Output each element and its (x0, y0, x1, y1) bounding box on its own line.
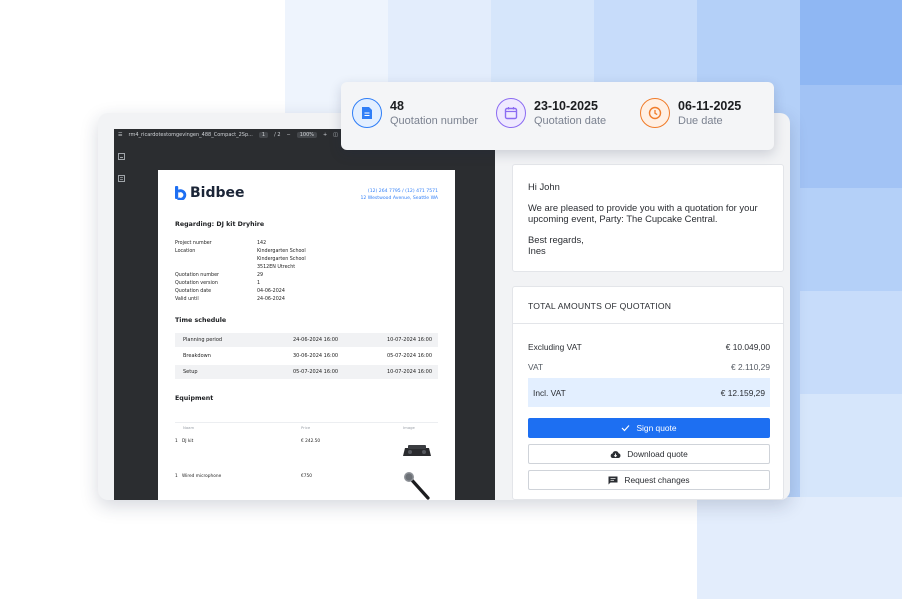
equipment-name: Wired microphone (182, 474, 222, 479)
schedule-name: Planning period (183, 337, 223, 343)
schedule-start: 24-06-2024 16:00 (293, 337, 339, 343)
detail-value: 3512EN Utrecht (257, 265, 296, 270)
incl-vat-row: Incl. VAT € 12.159,29 (528, 378, 770, 407)
message-greeting: Hi John (528, 181, 560, 192)
bidbee-logo-icon (175, 186, 187, 201)
fit-page-icon[interactable]: ◫ (333, 132, 338, 138)
equipment-price: €750 (301, 474, 312, 479)
equipment-price: € 242.50 (301, 439, 321, 444)
thumbnail-icon[interactable] (118, 153, 126, 161)
excl-vat-row: Excluding VAT € 10.049,00 (528, 342, 770, 352)
vat-label: VAT (528, 362, 544, 372)
schedule-end: 10-07-2024 16:00 (386, 337, 432, 343)
request-changes-button[interactable]: Request changes (528, 470, 770, 490)
detail-value: 04-06-2024 (257, 289, 285, 294)
clock-icon (640, 98, 670, 128)
zoom-level[interactable]: 100% (296, 132, 318, 138)
vat-value: € 2.110,29 (731, 362, 770, 372)
quotation-number-label: Quotation number (390, 114, 479, 127)
request-changes-label: Request changes (624, 475, 690, 485)
sign-quote-label: Sign quote (636, 423, 677, 433)
message-closing: Best regards, (528, 234, 584, 245)
brand-name: Bidbee (190, 185, 245, 201)
summary-quotation-date: 23-10-2025 Quotation date (496, 98, 606, 128)
schedule-name: Breakdown (183, 353, 211, 359)
regarding-title: Regarding: DJ kit Dryhire (175, 221, 265, 228)
quotation-date-label: Quotation date (534, 114, 607, 127)
schedule-end: 05-07-2024 16:00 (386, 353, 432, 359)
detail-label: Quotation version (175, 281, 218, 286)
menu-icon[interactable]: ☰ (118, 132, 122, 138)
quotation-number-value: 48 (390, 98, 404, 113)
message-panel: Hi John We are pleased to provide you wi… (512, 164, 784, 272)
detail-label: Project number (175, 241, 212, 246)
equipment-header-price: Price (301, 425, 311, 430)
schedule-end: 10-07-2024 16:00 (386, 369, 432, 375)
equipment-header-name: Naam (183, 425, 195, 430)
checkmark-icon (622, 425, 630, 432)
zoom-in-button[interactable]: + (323, 132, 327, 138)
summary-quotation-number: 48 Quotation number (352, 98, 478, 128)
detail-label: Location (175, 249, 196, 254)
calendar-icon (496, 98, 526, 128)
company-contact: (12) 264 7795 / (12) 471 7571 12 Westwoo… (361, 188, 439, 202)
pdf-filename: rm4_ricardotestomgevingen_488_Compact_2S… (128, 132, 253, 138)
detail-value: 24-06-2024 (257, 297, 285, 302)
schedule-row: Planning period 24-06-2024 16:00 10-07-2… (175, 333, 438, 347)
excl-vat-value: € 10.049,00 (725, 342, 770, 352)
contact-address: 12 Westwood Avenue, Seattle WA (360, 196, 439, 201)
microphone-image (402, 470, 432, 500)
due-date-label: Due date (678, 114, 723, 127)
detail-label: Quotation date (175, 289, 212, 294)
download-quote-button[interactable]: Download quote (528, 444, 770, 464)
quotation-date-value: 23-10-2025 (534, 98, 598, 113)
download-quote-label: Download quote (627, 449, 688, 459)
due-date-value: 06-11-2025 (678, 98, 742, 113)
schedule-name: Setup (183, 369, 198, 375)
page-total: / 2 (274, 132, 281, 138)
pdf-viewer: ☰ rm4_ricardotestomgevingen_488_Compact_… (114, 129, 495, 500)
totals-divider (513, 323, 783, 324)
schedule-start: 30-06-2024 16:00 (293, 353, 339, 359)
detail-value: 1 (257, 281, 261, 286)
sign-quote-button[interactable]: Sign quote (528, 418, 770, 438)
totals-panel: TOTAL AMOUNTS OF QUOTATION Excluding VAT… (512, 286, 784, 500)
equipment-divider (175, 422, 438, 423)
time-schedule-title: Time schedule (175, 317, 227, 324)
message-signature: Ines (528, 245, 546, 256)
pdf-page: Bidbee (12) 264 7795 / (12) 471 7571 12 … (158, 170, 455, 500)
incl-vat-value: € 12.159,29 (720, 388, 765, 398)
comment-icon (608, 476, 618, 484)
page-number-input[interactable]: 1 (258, 132, 269, 138)
detail-value: Kindergarten School (257, 249, 306, 254)
equipment-qty: 1 (175, 439, 178, 444)
incl-vat-label: Incl. VAT (533, 388, 566, 398)
detail-label: Quotation number (175, 273, 220, 278)
dj-kit-image (402, 442, 432, 463)
detail-value: 142 (257, 241, 267, 246)
equipment-title: Equipment (175, 395, 214, 402)
quote-card: ☰ rm4_ricardotestomgevingen_488_Compact_… (98, 113, 790, 500)
detail-value: 29 (257, 273, 264, 278)
zoom-out-button[interactable]: − (287, 132, 291, 138)
schedule-row: Setup 05-07-2024 16:00 10-07-2024 16:00 (175, 365, 438, 379)
message-body: We are pleased to provide you with a quo… (528, 202, 758, 224)
detail-value: Kindergarten School (257, 257, 306, 262)
summary-due-date: 06-11-2025 Due date (640, 98, 741, 128)
brand-logo: Bidbee (175, 185, 245, 201)
outline-icon[interactable] (118, 175, 126, 183)
equipment-header-image: Image (403, 425, 415, 430)
quote-summary-bar: 48 Quotation number 23-10-2025 Quotation… (341, 82, 774, 150)
excl-vat-label: Excluding VAT (528, 342, 582, 352)
detail-label: Valid until (175, 297, 199, 302)
cloud-download-icon (610, 450, 621, 458)
totals-title: TOTAL AMOUNTS OF QUOTATION (528, 301, 672, 311)
equipment-name: DJ kit (182, 439, 194, 444)
vat-row: VAT € 2.110,29 (528, 362, 770, 372)
schedule-start: 05-07-2024 16:00 (293, 369, 339, 375)
document-icon (352, 98, 382, 128)
contact-phone: (12) 264 7795 / (12) 471 7571 (367, 189, 438, 194)
equipment-qty: 1 (175, 474, 178, 479)
schedule-row: Breakdown 30-06-2024 16:00 05-07-2024 16… (175, 349, 438, 363)
